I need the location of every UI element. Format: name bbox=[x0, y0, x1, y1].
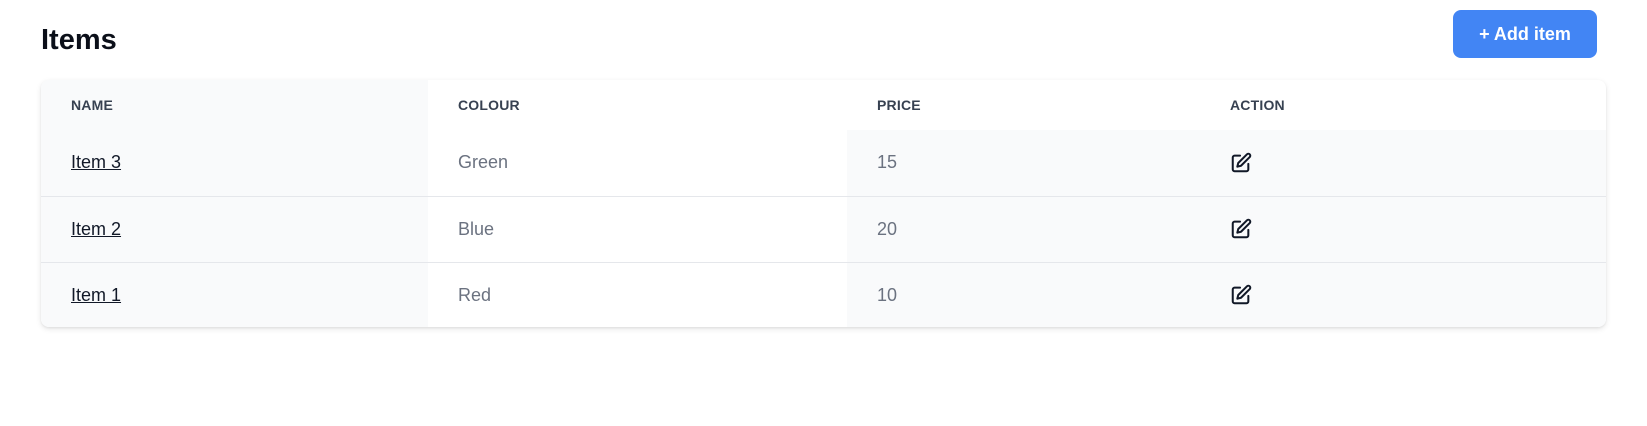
edit-icon[interactable] bbox=[1230, 152, 1252, 174]
edit-icon[interactable] bbox=[1230, 218, 1252, 240]
add-item-button[interactable]: + Add item bbox=[1453, 10, 1597, 58]
table-header-row: NAME COLOUR PRICE ACTION bbox=[41, 80, 1606, 130]
colour-cell: Green bbox=[458, 152, 509, 173]
name-cell: Item 3 bbox=[41, 130, 428, 196]
action-cell bbox=[1200, 261, 1606, 327]
colour-cell: Red bbox=[428, 261, 847, 327]
column-header-colour: COLOUR bbox=[458, 97, 520, 113]
item-name-link[interactable]: Item 3 bbox=[71, 152, 121, 172]
items-table: NAME COLOUR PRICE ACTION Item 3 Green 15 bbox=[41, 80, 1606, 327]
table-row: Item 3 Green 15 bbox=[41, 130, 1606, 196]
table-row: Item 1 Red 10 bbox=[41, 261, 1606, 327]
table-row: Item 2 Blue 20 bbox=[41, 195, 1606, 262]
page-title: Items bbox=[41, 24, 117, 56]
action-cell bbox=[1200, 130, 1606, 196]
column-header-action: ACTION bbox=[1230, 97, 1285, 113]
name-cell: Item 1 bbox=[41, 261, 428, 327]
colour-cell: Blue bbox=[428, 195, 847, 262]
name-cell: Item 2 bbox=[41, 195, 428, 262]
item-name-link[interactable]: Item 2 bbox=[71, 219, 121, 239]
price-cell: 10 bbox=[847, 261, 1200, 327]
edit-icon[interactable] bbox=[1230, 284, 1252, 306]
price-cell: 15 bbox=[847, 130, 1200, 196]
column-header-price: PRICE bbox=[877, 97, 921, 113]
item-name-link[interactable]: Item 1 bbox=[71, 285, 121, 305]
items-table-card: NAME COLOUR PRICE ACTION Item 3 Green 15 bbox=[41, 80, 1606, 327]
price-cell: 20 bbox=[847, 195, 1200, 262]
column-header-name: NAME bbox=[41, 80, 428, 130]
page: Items + Add item NAME COLOUR PRICE ACTIO… bbox=[0, 0, 1647, 426]
action-cell bbox=[1200, 195, 1606, 262]
